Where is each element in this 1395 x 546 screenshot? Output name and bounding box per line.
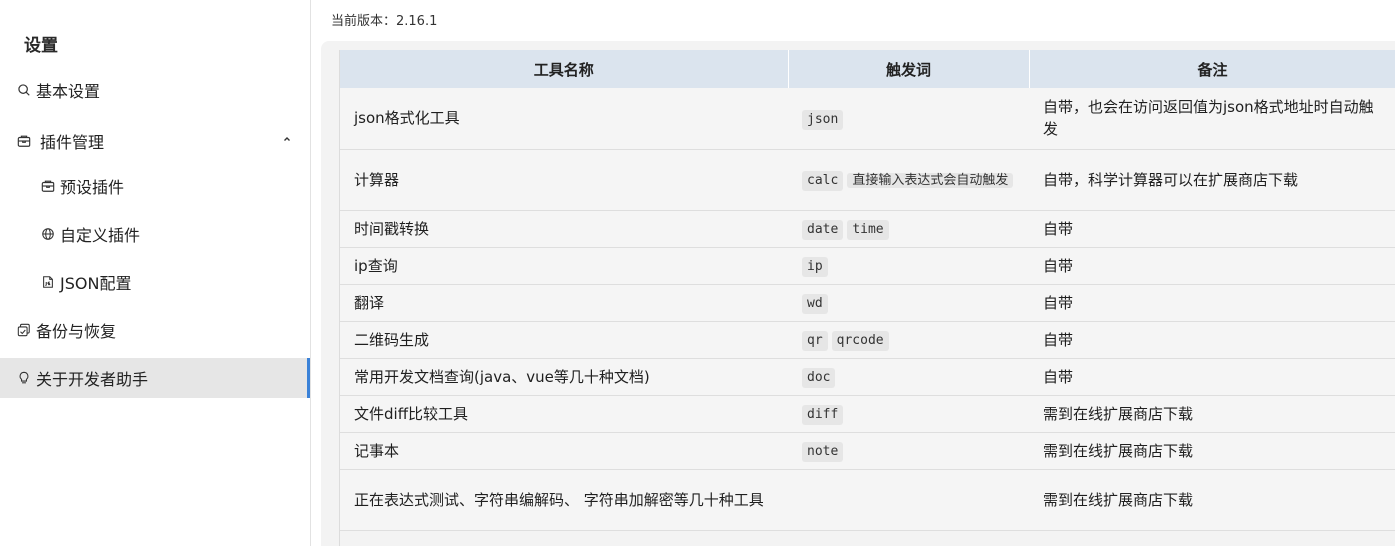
trigger-cell [788,469,1029,531]
sidebar-item-label: 插件管理 [40,133,105,152]
tool-name-cell: 常用开发文档查询(java、vue等几十种文档) [340,358,788,396]
trigger-cell: qr qrcode [788,321,1029,359]
table-row: json格式化工具 json 自带，也会在访问返回值为json格式地址时自动触发 [340,88,1395,150]
trigger-keyword: doc [802,368,836,388]
table-row: 时间戳转换 date time 自带 [340,210,1395,248]
table-body: json格式化工具 json 自带，也会在访问返回值为json格式地址时自动触发计算… [340,88,1395,531]
plugin-box-icon [16,133,32,149]
trigger-cell: diff [788,395,1029,433]
trigger-keyword: json [802,109,844,130]
sidebar-item-label: JSON配置 [60,274,132,293]
note-cell: 自带 [1029,284,1395,322]
trigger-cell: calc 直接输入表达式会自动触发 [788,149,1029,211]
tool-name-cell: 翻译 [340,284,788,322]
trigger-keyword: wd [802,294,828,314]
sidebar-item-custom-plugins[interactable]: 自定义插件 [0,214,310,254]
trigger-keyword: ip [802,257,828,277]
trigger-keyword: time [847,220,889,240]
trigger-keyword: qrcode [831,331,889,351]
globe-icon [40,226,56,242]
note-cell: 自带，也会在访问返回值为json格式地址时自动触发 [1029,88,1395,150]
tools-table: 工具名称 触发词 备注 json格式化工具 json 自带，也会在访问返回值为jso… [340,50,1395,531]
sidebar-title: 设置 [24,36,58,56]
trigger-keyword: date [802,220,844,240]
content-panel: 工具名称 触发词 备注 json格式化工具 json 自带，也会在访问返回值为jso… [321,41,1395,546]
note-cell: 自带 [1029,210,1395,248]
note-cell: 自带 [1029,247,1395,285]
table-row: 记事本 note 需到在线扩展商店下载 [340,432,1395,470]
table-row: 计算器 calc 直接输入表达式会自动触发 自带，科学计算器可以在扩展商店下载 [340,149,1395,211]
trigger-keyword: qr [802,331,828,351]
trigger-cell: date time [788,210,1029,248]
table-row: 文件diff比较工具 diff 需到在线扩展商店下载 [340,395,1395,433]
search-icon [16,82,32,98]
sidebar-item-label: 基本设置 [36,82,101,101]
lightbulb-icon [16,370,32,386]
trigger-note: 直接输入表达式会自动触发 [847,173,1014,188]
trigger-keyword: diff [802,405,844,425]
sidebar-item-label: 备份与恢复 [36,322,117,341]
trigger-cell: doc [788,358,1029,396]
tool-name-cell: 正在表达式测试、字符串编解码、 字符串加解密等几十种工具 [340,469,788,531]
tools-table-container: 工具名称 触发词 备注 json格式化工具 json 自带，也会在访问返回值为jso… [339,50,1395,546]
note-cell: 需到在线扩展商店下载 [1029,469,1395,531]
trigger-keyword: note [802,442,844,462]
sidebar-item-json-config[interactable]: JSON配置 [0,262,310,302]
main-content: 当前版本：2.16.1 工具名称 触发词 备注 json格式化工具 json 自带，… [311,0,1395,546]
table-header-row: 工具名称 触发词 备注 [340,50,1395,88]
tool-name-cell: json格式化工具 [340,88,788,150]
trigger-cell: json [788,88,1029,150]
note-cell: 需到在线扩展商店下载 [1029,395,1395,433]
sidebar-item-backup-restore[interactable]: 备份与恢复 [0,310,310,350]
trigger-keyword: calc [802,171,844,191]
table-row: ip查询 ip 自带 [340,247,1395,285]
column-header-tool-name: 工具名称 [340,50,789,88]
column-header-note: 备注 [1029,50,1395,88]
sidebar-item-basic-settings[interactable]: 基本设置 [0,70,310,110]
tool-name-cell: 时间戳转换 [340,210,788,248]
sidebar-item-label: 预设插件 [60,178,125,197]
sidebar-item-preset-plugins[interactable]: 预设插件 [0,166,310,206]
version-text: 当前版本：2.16.1 [331,14,438,29]
note-cell: 自带，科学计算器可以在扩展商店下载 [1029,149,1395,211]
column-header-trigger: 触发词 [788,50,1030,88]
trigger-cell: wd [788,284,1029,322]
table-row: 正在表达式测试、字符串编解码、 字符串加解密等几十种工具 需到在线扩展商店下载 [340,469,1395,531]
trigger-cell: ip [788,247,1029,285]
sidebar-item-label: 关于开发者助手 [36,370,149,389]
trigger-cell: note [788,432,1029,470]
sidebar-item-label: 自定义插件 [60,226,141,245]
note-cell: 需到在线扩展商店下载 [1029,432,1395,470]
note-cell: 自带 [1029,358,1395,396]
table-row: 二维码生成 qr qrcode 自带 [340,321,1395,359]
sidebar-item-plugin-management[interactable]: 插件管理 [0,121,310,161]
note-cell: 自带 [1029,321,1395,359]
json-file-icon [40,274,56,290]
plugin-box-icon [40,178,56,194]
table-row: 翻译 wd 自带 [340,284,1395,322]
backup-icon [16,322,32,338]
sidebar-item-about[interactable]: 关于开发者助手 [0,358,310,398]
table-row: 常用开发文档查询(java、vue等几十种文档) doc 自带 [340,358,1395,396]
tool-name-cell: ip查询 [340,247,788,285]
sidebar: 设置 基本设置 插件管理 预设插件 自定义插件 JSON配置 备份与恢复 关于开… [0,0,311,546]
tool-name-cell: 文件diff比较工具 [340,395,788,433]
tool-name-cell: 二维码生成 [340,321,788,359]
tool-name-cell: 记事本 [340,432,788,470]
tool-name-cell: 计算器 [340,149,788,211]
chevron-up-icon[interactable] [282,134,292,144]
